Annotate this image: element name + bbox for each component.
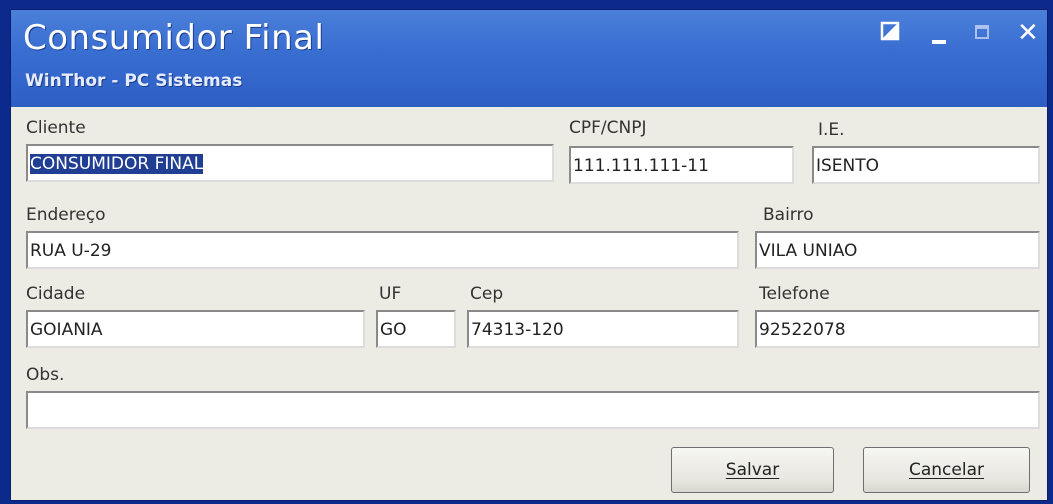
cep-field[interactable]: 74313-120	[467, 310, 739, 348]
maximize-icon[interactable]	[971, 20, 993, 46]
cep-label: Cep	[470, 284, 504, 304]
save-button[interactable]: Salvar	[671, 447, 834, 493]
restore-icon[interactable]	[880, 20, 902, 46]
window-subtitle: WinThor - PC Sistemas	[25, 71, 243, 91]
obs-label: Obs.	[26, 365, 65, 385]
window-title: Consumidor Final	[23, 18, 325, 58]
cliente-label: Cliente	[26, 118, 86, 138]
title-bar[interactable]: Consumidor Final WinThor - PC Sistemas ✕	[11, 10, 1047, 107]
cpf-cnpj-field[interactable]: 111.111.111-11	[569, 146, 794, 184]
cliente-field[interactable]: CONSUMIDOR FINAL	[26, 144, 554, 182]
ie-field[interactable]: ISENTO	[812, 146, 1040, 184]
endereco-label: Endereço	[26, 205, 106, 225]
bairro-label: Bairro	[763, 205, 814, 225]
uf-label: UF	[379, 284, 402, 304]
cliente-value: CONSUMIDOR FINAL	[30, 154, 204, 174]
endereco-field[interactable]: RUA U-29	[26, 231, 739, 269]
uf-field[interactable]: GO	[376, 310, 456, 348]
ie-label: I.E.	[818, 120, 845, 140]
telefone-label: Telefone	[759, 284, 830, 304]
bairro-field[interactable]: VILA UNIAO	[755, 231, 1040, 269]
close-icon[interactable]: ✕	[1017, 20, 1043, 46]
dialog-window: Consumidor Final WinThor - PC Sistemas ✕…	[10, 9, 1048, 501]
obs-field[interactable]	[26, 391, 1040, 429]
minimize-icon[interactable]	[929, 20, 951, 46]
cpf-cnpj-label: CPF/CNPJ	[569, 118, 647, 138]
cancel-button[interactable]: Cancelar	[863, 447, 1030, 493]
cidade-field[interactable]: GOIANIA	[26, 310, 365, 348]
cidade-label: Cidade	[26, 284, 86, 304]
telefone-field[interactable]: 92522078	[755, 310, 1040, 348]
